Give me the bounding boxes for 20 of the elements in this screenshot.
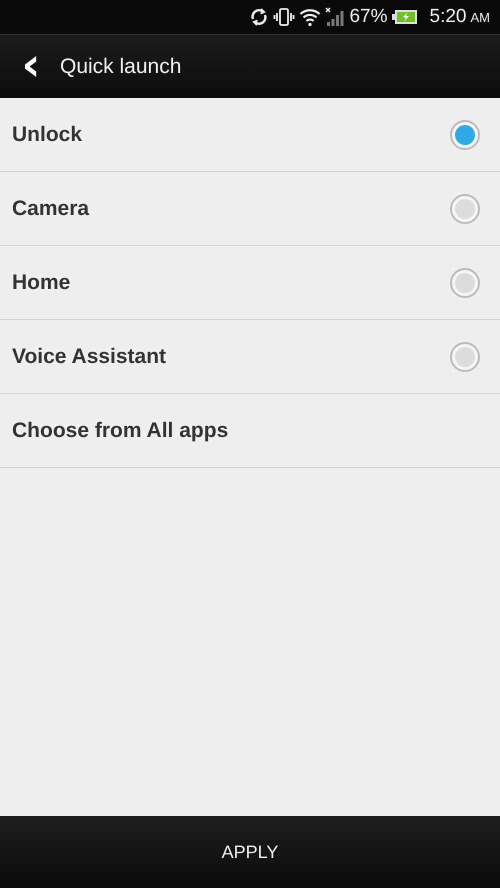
option-label[interactable]: Choose from All apps xyxy=(12,418,228,442)
radio-button[interactable] xyxy=(450,268,480,298)
option-label[interactable]: Voice Assistant xyxy=(12,344,166,368)
radio-button[interactable] xyxy=(450,120,480,150)
clock-time: 5:20 xyxy=(430,6,466,28)
sync-icon xyxy=(252,8,268,26)
vibrate-icon xyxy=(274,8,295,26)
radio-button[interactable] xyxy=(450,194,480,224)
signal-icon xyxy=(326,7,344,26)
option-label[interactable]: Camera xyxy=(12,196,90,220)
clock-meridiem: AM xyxy=(470,10,490,24)
radio-button[interactable] xyxy=(450,342,480,372)
back-button[interactable]: ‹ xyxy=(16,44,46,90)
screen-title: Quick launch xyxy=(60,54,182,78)
battery-percentage: 67% xyxy=(349,6,388,28)
option-label[interactable]: Unlock xyxy=(12,122,82,146)
wifi-icon xyxy=(300,9,321,26)
battery-charging-icon xyxy=(392,10,417,24)
option-label[interactable]: Home xyxy=(12,270,70,294)
apply-button[interactable]: APPLY xyxy=(202,834,298,870)
